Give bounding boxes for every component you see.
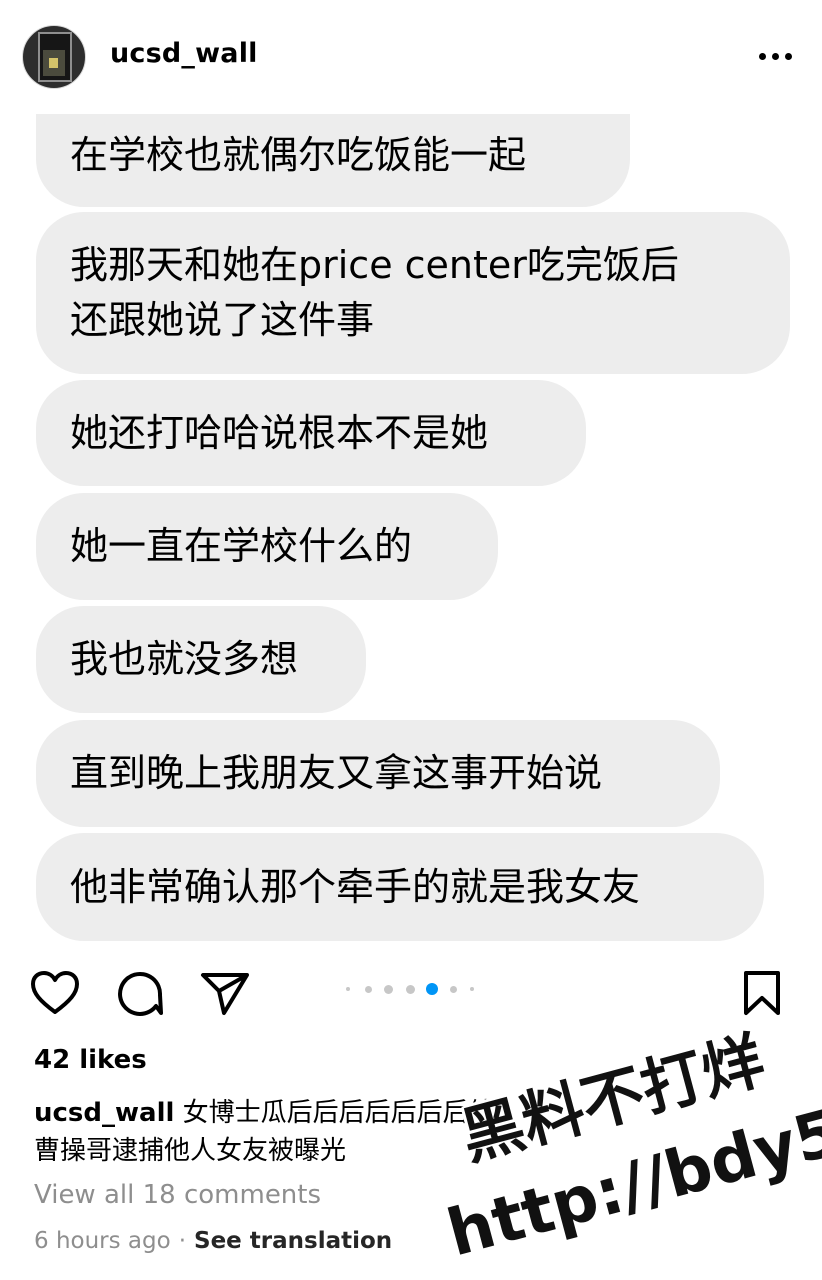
message-bubble: 她还打哈哈说根本不是她 (36, 380, 586, 486)
message-bubble: 在学校也就偶尔吃饭能一起 (36, 114, 630, 207)
heart-icon[interactable] (30, 970, 80, 1016)
like-count[interactable]: 42 likes (34, 1045, 147, 1075)
comment-bubble-icon[interactable] (116, 970, 164, 1018)
paper-plane-icon[interactable] (200, 972, 250, 1016)
more-options-icon[interactable] (756, 43, 796, 71)
carousel-dot (406, 985, 415, 994)
post-username[interactable]: ucsd_wall (110, 38, 258, 69)
message-text: 我也就没多想 (70, 637, 299, 681)
bookmark-icon[interactable] (742, 970, 782, 1016)
message-text: 我那天和她在price center吃完饭后 还跟她说了这件事 (70, 243, 679, 342)
message-bubble: 我那天和她在price center吃完饭后 还跟她说了这件事 (36, 212, 790, 374)
see-translation-link[interactable]: See translation (194, 1228, 392, 1254)
message-bubble: 他非常确认那个牵手的就是我女友 (36, 833, 764, 941)
caption-username[interactable]: ucsd_wall (34, 1098, 174, 1128)
carousel-dot (346, 987, 350, 991)
message-text: 在学校也就偶尔吃饭能一起 (70, 133, 527, 177)
carousel-dot (384, 985, 393, 994)
message-text: 他非常确认那个牵手的就是我女友 (70, 864, 641, 909)
carousel-dot (365, 986, 372, 993)
message-text: 她还打哈哈说根本不是她 (70, 410, 489, 455)
carousel-dot (470, 987, 474, 991)
meta-separator: · (178, 1228, 186, 1254)
post-meta: 6 hours ago · See translation (34, 1228, 392, 1254)
message-bubble: 她一直在学校什么的 (36, 493, 498, 600)
carousel-dot-active (426, 983, 438, 995)
post-image: 在学校也就偶尔吃饭能一起 我那天和她在price center吃完饭后 还跟她说… (0, 114, 822, 954)
message-text: 直到晚上我朋友又拿这事开始说 (70, 751, 603, 795)
post-header: ucsd_wall (0, 0, 822, 115)
caption: ucsd_wall 女博士瓜后后后后后后后续： 曹操哥逮捕他人女友被曝光 (34, 1094, 794, 1170)
carousel-dot (450, 986, 457, 993)
message-bubble: 我也就没多想 (36, 606, 366, 713)
post-time: 6 hours ago (34, 1228, 171, 1254)
carousel-indicator (346, 983, 486, 995)
message-bubble: 直到晚上我朋友又拿这事开始说 (36, 720, 720, 827)
message-text: 她一直在学校什么的 (70, 524, 413, 568)
view-comments-link[interactable]: View all 18 comments (34, 1180, 321, 1210)
profile-photo-icon[interactable] (22, 25, 86, 89)
